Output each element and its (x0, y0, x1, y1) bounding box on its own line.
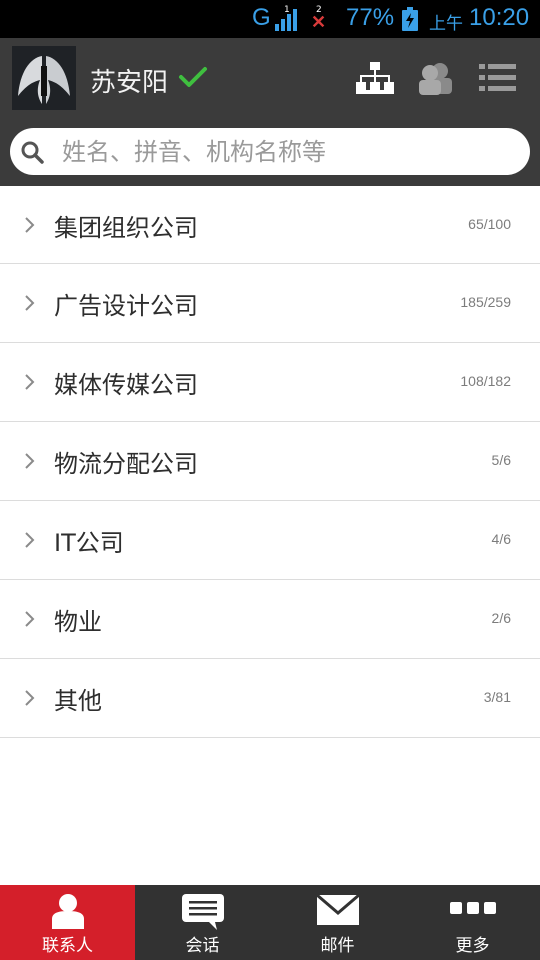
angel-wings-image (12, 46, 76, 110)
battery-charging-icon (402, 7, 418, 31)
chevron-right-icon (25, 374, 35, 390)
ampm-label: 上午 (429, 14, 463, 34)
group-row[interactable]: 集团组织公司 65/100 (0, 186, 540, 264)
search-icon (21, 141, 44, 164)
network-type: G (252, 4, 271, 31)
group-name: 媒体传媒公司 (54, 371, 198, 399)
group-count: 3/81 (483, 689, 511, 705)
verified-check-icon (179, 67, 207, 87)
tab-chat[interactable]: 会话 (135, 885, 270, 960)
group-name: 物业 (54, 608, 102, 636)
group-count: 185/259 (460, 294, 511, 310)
chevron-right-icon (25, 611, 35, 627)
tab-contacts[interactable]: 联系人 (0, 885, 135, 960)
chevron-right-icon (25, 295, 35, 311)
list-menu-icon[interactable] (479, 62, 516, 94)
group-name: IT公司 (54, 529, 124, 557)
mail-icon (315, 893, 360, 925)
tab-label: 更多 (455, 936, 490, 956)
tab-more[interactable]: 更多 (405, 885, 540, 960)
chat-bubble-icon (181, 894, 224, 930)
group-row[interactable]: 媒体传媒公司 108/182 (0, 343, 540, 422)
chevron-right-icon (25, 690, 35, 706)
chevron-right-icon (25, 453, 35, 469)
group-row[interactable]: 物业 2/6 (0, 580, 540, 659)
contacts-group-icon[interactable] (418, 62, 454, 96)
group-count: 108/182 (460, 373, 511, 389)
group-name: 其他 (54, 687, 102, 715)
search-bar[interactable] (10, 128, 530, 175)
group-name: 广告设计公司 (54, 292, 198, 320)
group-row[interactable]: 物流分配公司 5/6 (0, 422, 540, 501)
chevron-right-icon (25, 217, 35, 233)
status-bar: G 1 2 ✕ 77% 上午 10:20 (0, 0, 540, 38)
org-chart-icon[interactable] (356, 62, 394, 96)
group-name: 物流分配公司 (54, 450, 198, 478)
signal-icon (275, 9, 297, 31)
tab-label: 会话 (185, 936, 220, 956)
group-row[interactable]: IT公司 4/6 (0, 501, 540, 580)
group-count: 4/6 (491, 531, 511, 547)
battery-percent: 77% (346, 4, 395, 31)
chevron-right-icon (25, 532, 35, 548)
group-count: 65/100 (468, 216, 511, 232)
tab-label: 邮件 (320, 936, 355, 956)
search-input[interactable] (62, 128, 512, 175)
group-row[interactable]: 其他 3/81 (0, 659, 540, 738)
org-group-list: 集团组织公司 65/100 广告设计公司 185/259 媒体传媒公司 108/… (0, 186, 540, 738)
tab-mail[interactable]: 邮件 (270, 885, 405, 960)
group-count: 5/6 (491, 452, 511, 468)
no-signal-icon: ✕ (311, 12, 327, 32)
clock: 10:20 (469, 4, 530, 31)
username: 苏安阳 (90, 68, 169, 98)
bottom-tab-bar: 联系人 会话 邮件 更多 (0, 885, 540, 960)
tab-label: 联系人 (42, 936, 93, 956)
app-header: 苏安阳 (0, 38, 540, 186)
person-icon (51, 894, 84, 929)
group-name: 集团组织公司 (54, 214, 198, 242)
group-row[interactable]: 广告设计公司 185/259 (0, 264, 540, 343)
avatar[interactable] (12, 46, 76, 110)
group-count: 2/6 (491, 610, 511, 626)
more-dots-icon (449, 902, 496, 914)
